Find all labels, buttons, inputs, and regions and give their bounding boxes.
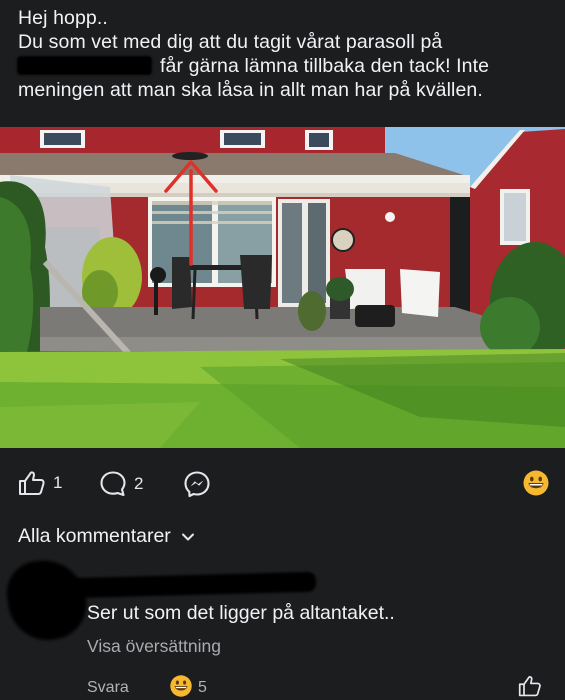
post-text-line-4: meningen att man ska låsa in allt man ha… <box>18 79 483 101</box>
thumbs-up-icon <box>19 471 45 495</box>
chevron-down-icon <box>181 533 194 540</box>
post-text-line-3: får gärna lämna tillbaka den tack! Inte <box>18 54 553 78</box>
comment-like-button[interactable] <box>518 674 542 700</box>
comment-bubble-icon <box>100 471 126 497</box>
comment-reaction-icon[interactable] <box>169 674 193 700</box>
house-patio-photo <box>0 127 565 448</box>
reply-button[interactable]: Svara <box>87 679 129 697</box>
comment-count: 2 <box>134 473 144 493</box>
sort-label: Alla kommentarer <box>18 525 171 547</box>
grinning-emoji-icon <box>170 675 192 697</box>
post-text-line-2: Du som vet med dig att du tagit vårat pa… <box>18 31 443 53</box>
comment-reaction-count: 5 <box>198 679 207 696</box>
see-translation-link[interactable]: Visa översättning <box>87 636 221 657</box>
messenger-icon <box>184 471 210 498</box>
comments-sort-dropdown[interactable]: Alla kommentarer <box>18 525 195 548</box>
post-text-line-1: Hej hopp.. <box>18 7 108 29</box>
comment-button[interactable]: 2 <box>99 470 143 497</box>
commenter-name-redacted[interactable] <box>63 571 317 599</box>
like-button[interactable]: 1 <box>18 470 62 496</box>
messenger-share-button[interactable] <box>183 470 211 498</box>
grinning-emoji-icon <box>523 470 549 496</box>
post-actions-bar: 1 2 <box>0 462 565 504</box>
post-text: Hej hopp.. Du som vet med dig att du tag… <box>18 6 553 102</box>
post-photo[interactable] <box>0 127 565 448</box>
redaction-bar <box>18 57 151 74</box>
post-text-line-3-text: får gärna lämna tillbaka den tack! Inte <box>160 55 490 77</box>
reaction-button[interactable] <box>522 469 550 497</box>
like-count: 1 <box>53 473 63 492</box>
avatar[interactable] <box>2 554 92 646</box>
comment-text: Ser ut som det ligger på altantaket.. <box>87 602 395 624</box>
thumbs-up-icon <box>518 676 541 697</box>
